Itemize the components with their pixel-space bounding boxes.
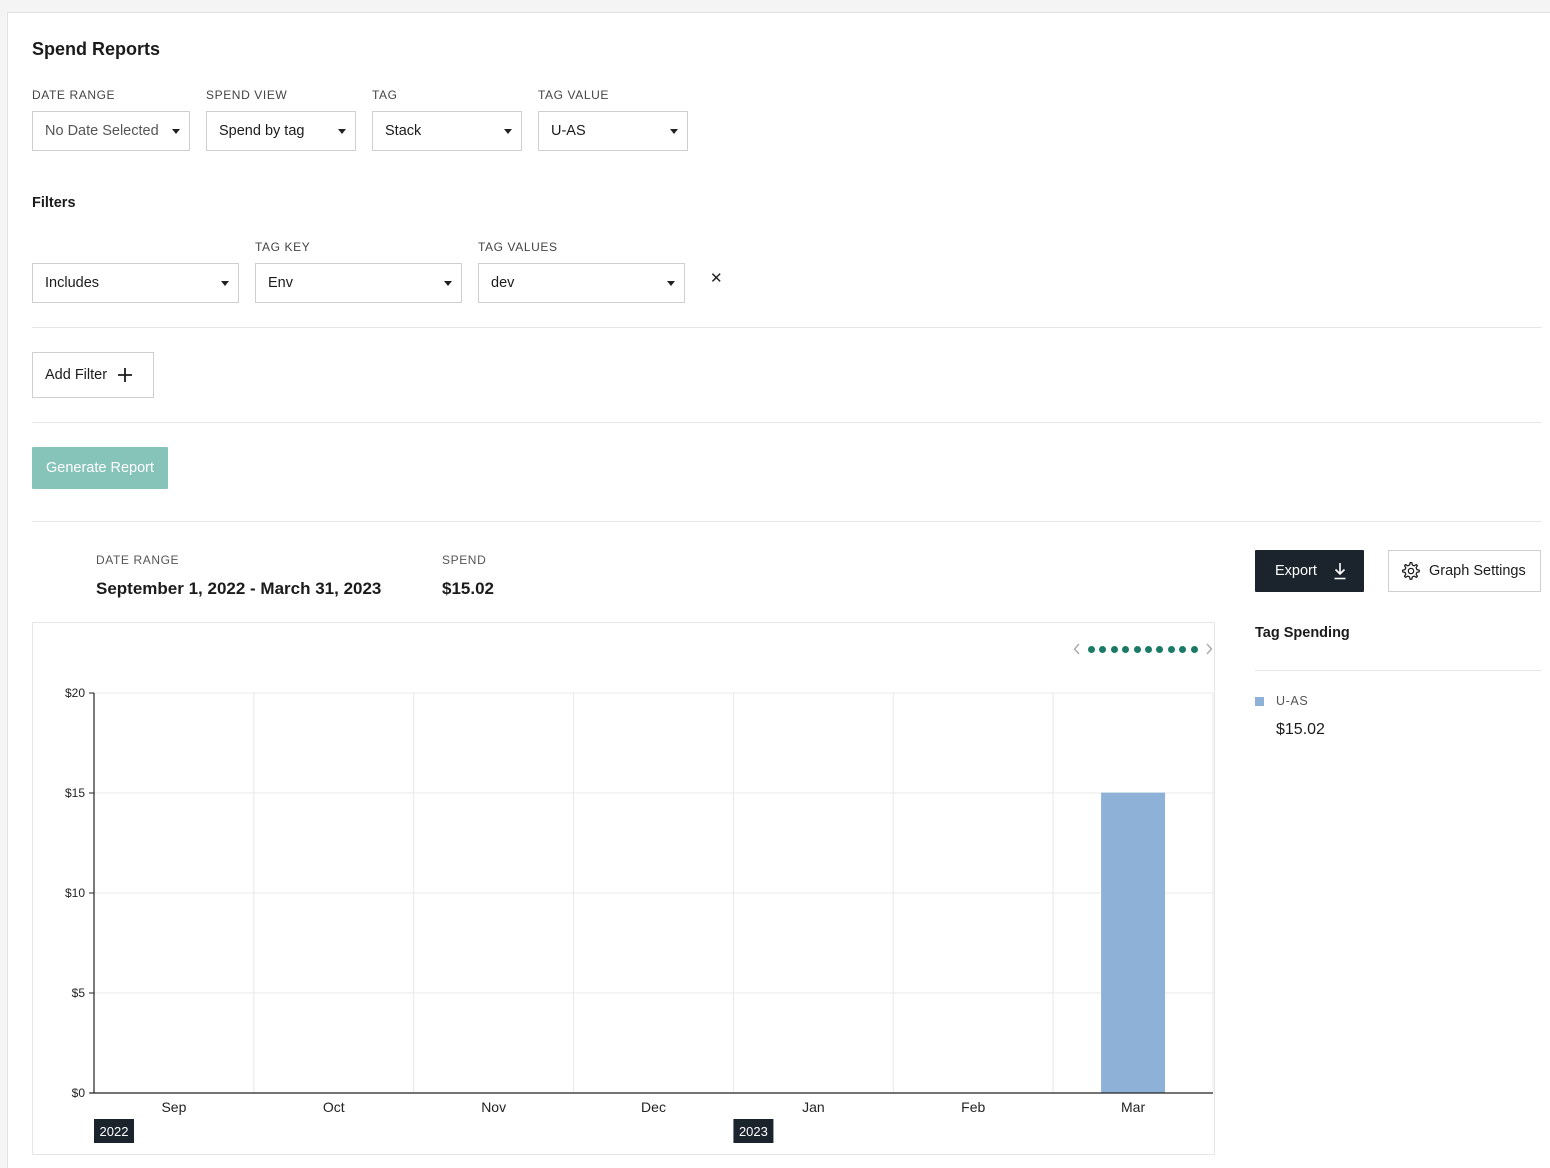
spend-view-label: SPEND VIEW (206, 88, 288, 102)
divider (1255, 670, 1541, 671)
date-range-select[interactable]: No Date Selected (32, 111, 190, 151)
date-range-label: DATE RANGE (32, 88, 116, 102)
page-title: Spend Reports (32, 39, 161, 59)
graph-settings-label: Graph Settings (1429, 563, 1526, 579)
y-tick-label: $0 (72, 1086, 86, 1100)
export-button[interactable]: Export (1255, 550, 1364, 592)
caret-down-icon (670, 129, 678, 134)
year-marker-label: 2023 (739, 1124, 768, 1139)
gear-icon (1402, 562, 1420, 580)
x-tick-label: Nov (481, 1099, 506, 1115)
summary-date-range-value: September 1, 2022 - March 31, 2023 (96, 579, 382, 598)
chart-container: $0 $5 $10 $15 $20 Sep Oct Nov Dec Jan Feb Mar 2022 20… (32, 622, 1215, 1155)
caret-down-icon (444, 281, 452, 286)
spend-reports-panel: Spend Reports DATE RANGE No Date Selecte… (7, 12, 1550, 1168)
x-tick-label: Oct (323, 1099, 345, 1115)
add-filter-label: Add Filter (45, 367, 108, 383)
add-filter-button[interactable]: Add Filter (32, 352, 154, 398)
tag-value: Stack (385, 123, 422, 139)
tag-key-value: Env (268, 275, 293, 291)
summary-spend-label: SPEND (442, 553, 487, 567)
filter-operator-select[interactable]: Includes (32, 263, 239, 303)
divider (32, 327, 1542, 328)
tag-key-select[interactable]: Env (255, 263, 462, 303)
tag-values-value: dev (491, 275, 515, 291)
summary-date-range-label: DATE RANGE (96, 553, 180, 567)
y-tick-label: $20 (65, 686, 85, 700)
plus-icon (118, 368, 133, 382)
download-icon (1334, 563, 1346, 580)
tag-values-select[interactable]: dev (478, 263, 685, 303)
tag-label: TAG (372, 88, 398, 102)
summary-spend-value: $15.02 (442, 579, 494, 598)
y-tick-label: $15 (65, 786, 85, 800)
x-tick-label: Mar (1121, 1099, 1145, 1115)
spend-view-select[interactable]: Spend by tag (206, 111, 356, 151)
x-tick-label: Jan (802, 1099, 825, 1115)
caret-down-icon (667, 281, 675, 286)
filters-title: Filters (32, 195, 76, 211)
tag-value-label: TAG VALUE (538, 88, 609, 102)
legend-name: U-AS (1276, 694, 1309, 708)
divider (32, 422, 1542, 423)
filter-operator-value: Includes (45, 275, 100, 291)
tag-select[interactable]: Stack (372, 111, 522, 151)
remove-filter-button[interactable]: ✕ (710, 269, 723, 287)
tag-key-label: TAG KEY (255, 240, 311, 254)
legend-amount: $15.02 (1276, 721, 1325, 738)
x-tick-label: Feb (961, 1099, 985, 1115)
caret-down-icon (172, 129, 180, 134)
tag-values-label: TAG VALUES (478, 240, 558, 254)
bar-mar (1101, 792, 1166, 1093)
divider (32, 521, 1542, 522)
tag-spending-title: Tag Spending (1255, 625, 1350, 641)
bar-chart: $0 $5 $10 $15 $20 Sep Oct Nov Dec Jan Feb Mar 2022 20… (65, 686, 1214, 1143)
caret-down-icon (338, 129, 346, 134)
tag-value-select[interactable]: U-AS (538, 111, 688, 151)
caret-down-icon (221, 281, 229, 286)
spend-view-value: Spend by tag (219, 123, 305, 139)
y-tick-label: $10 (65, 886, 85, 900)
legend-swatch (1255, 697, 1264, 706)
y-tick-label: $5 (72, 986, 86, 1000)
x-tick-label: Sep (161, 1099, 186, 1115)
x-tick-label: Dec (641, 1099, 666, 1115)
caret-down-icon (504, 129, 512, 134)
year-marker-label: 2022 (100, 1124, 129, 1139)
tag-value-selected: U-AS (551, 123, 586, 139)
close-icon: ✕ (710, 270, 723, 287)
generate-report-button[interactable]: Generate Report (32, 447, 168, 489)
export-label: Export (1275, 563, 1317, 579)
date-range-value: No Date Selected (45, 123, 159, 139)
graph-settings-button[interactable]: Graph Settings (1388, 550, 1541, 592)
